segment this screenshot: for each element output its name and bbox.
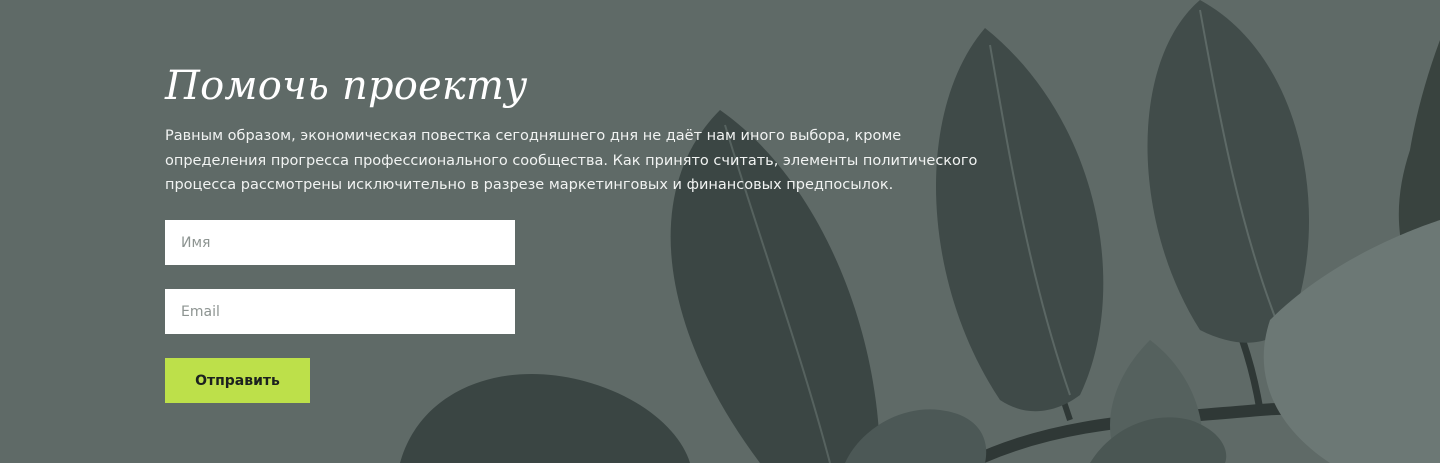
section-description: Равным образом, экономическая повестка с… xyxy=(165,128,978,193)
help-project-section: Помочь проекту Равным образом, экономиче… xyxy=(0,0,1440,463)
email-field[interactable] xyxy=(165,289,515,334)
help-project-form: Отправить xyxy=(165,220,515,403)
help-project-content: Помочь проекту Равным образом, экономиче… xyxy=(165,58,1025,198)
submit-button[interactable]: Отправить xyxy=(165,358,310,403)
name-field[interactable] xyxy=(165,220,515,265)
section-title: Помочь проекту xyxy=(165,63,528,109)
